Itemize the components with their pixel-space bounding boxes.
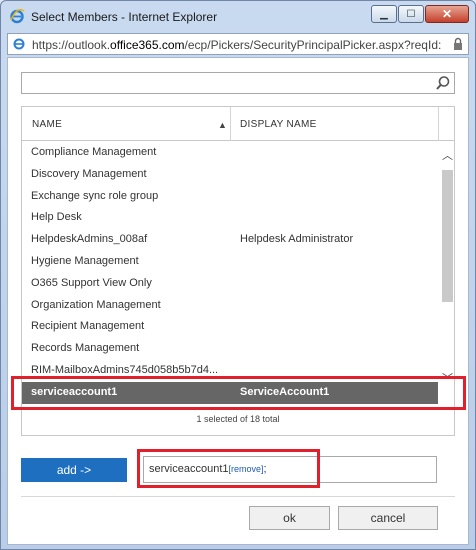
table-row[interactable]: Compliance Management (22, 142, 438, 164)
picker-dialog: NAME ▲ DISPLAY NAME Compliance Managemen… (7, 57, 469, 545)
url-text: https://outlook.office365.com/ecp/Picker… (32, 38, 446, 52)
lock-icon (454, 37, 462, 50)
row-name: Exchange sync role group (31, 189, 159, 202)
row-name: HelpdeskAdmins_008af (31, 233, 148, 246)
row-name: Help Desk (31, 211, 82, 224)
title-bar[interactable]: Select Members - Internet Explorer ▁ ☐ ✕ (1, 1, 475, 31)
table-row[interactable]: Recipient Management (22, 316, 438, 338)
cancel-button[interactable]: cancel (338, 506, 438, 530)
sort-ascending-icon: ▲ (218, 120, 227, 130)
close-button[interactable]: ✕ (425, 5, 469, 23)
table-row[interactable]: O365 Support View Only (22, 273, 438, 295)
column-divider (230, 107, 231, 141)
url-prefix: https://outlook. (32, 38, 111, 52)
scroll-up-icon[interactable]: ︿ (442, 147, 453, 163)
maximize-button[interactable]: ☐ (398, 5, 424, 23)
search-icon[interactable] (435, 75, 451, 91)
search-input[interactable] (21, 72, 455, 94)
table-row[interactable]: Hygiene Management (22, 251, 438, 273)
table-row[interactable]: HelpdeskAdmins_008af Helpdesk Administrat… (22, 229, 438, 251)
highlight-box (11, 376, 466, 410)
table-row[interactable]: Help Desk (22, 207, 438, 229)
row-name: Compliance Management (31, 146, 157, 158)
internet-explorer-icon (10, 8, 25, 24)
column-header-display-name[interactable]: DISPLAY NAME (240, 107, 430, 141)
browser-window: Select Members - Internet Explorer ▁ ☐ ✕… (0, 0, 476, 550)
maximize-icon: ☐ (406, 8, 416, 20)
scrollbar-thumb[interactable] (442, 170, 453, 302)
window-title: Select Members - Internet Explorer (31, 10, 218, 24)
close-icon: ✕ (441, 7, 453, 21)
column-divider (438, 107, 439, 141)
add-button[interactable]: add -> (21, 458, 127, 482)
row-name: Discovery Management (31, 167, 147, 180)
page-icon (13, 38, 25, 50)
table-row[interactable]: Exchange sync role group (22, 186, 438, 208)
row-name: Organization Management (31, 298, 161, 311)
row-name: Recipient Management (31, 320, 145, 333)
url-domain: office365.com (110, 38, 185, 52)
table-header: NAME ▲ DISPLAY NAME (22, 107, 454, 141)
address-bar[interactable]: https://outlook.office365.com/ecp/Picker… (7, 33, 469, 55)
footer-divider (21, 496, 455, 497)
table-row[interactable]: Discovery Management (22, 164, 438, 186)
row-name: O365 Support View Only (31, 276, 152, 289)
table-body: Compliance Management Discovery Manageme… (22, 142, 438, 404)
ok-button[interactable]: ok (249, 506, 330, 530)
row-display-name: Helpdesk Administrator (240, 233, 354, 246)
column-header-name[interactable]: NAME (32, 107, 232, 141)
minimize-icon: ▁ (380, 8, 388, 20)
window-controls: ▁ ☐ ✕ (370, 5, 469, 23)
row-name: RIM-MailboxAdmins745d058b5b7d4... (31, 363, 219, 376)
minimize-button[interactable]: ▁ (371, 5, 397, 23)
selection-count: 1 selected of 18 total (196, 414, 280, 424)
highlight-box (137, 449, 320, 488)
url-suffix: /ecp/Pickers/SecurityPrincipalPicker.asp… (184, 38, 442, 52)
table-row[interactable]: Organization Management (22, 295, 438, 317)
table-row[interactable]: Records Management (22, 338, 438, 360)
row-name: Hygiene Management (31, 254, 139, 267)
row-name: Records Management (31, 342, 140, 355)
